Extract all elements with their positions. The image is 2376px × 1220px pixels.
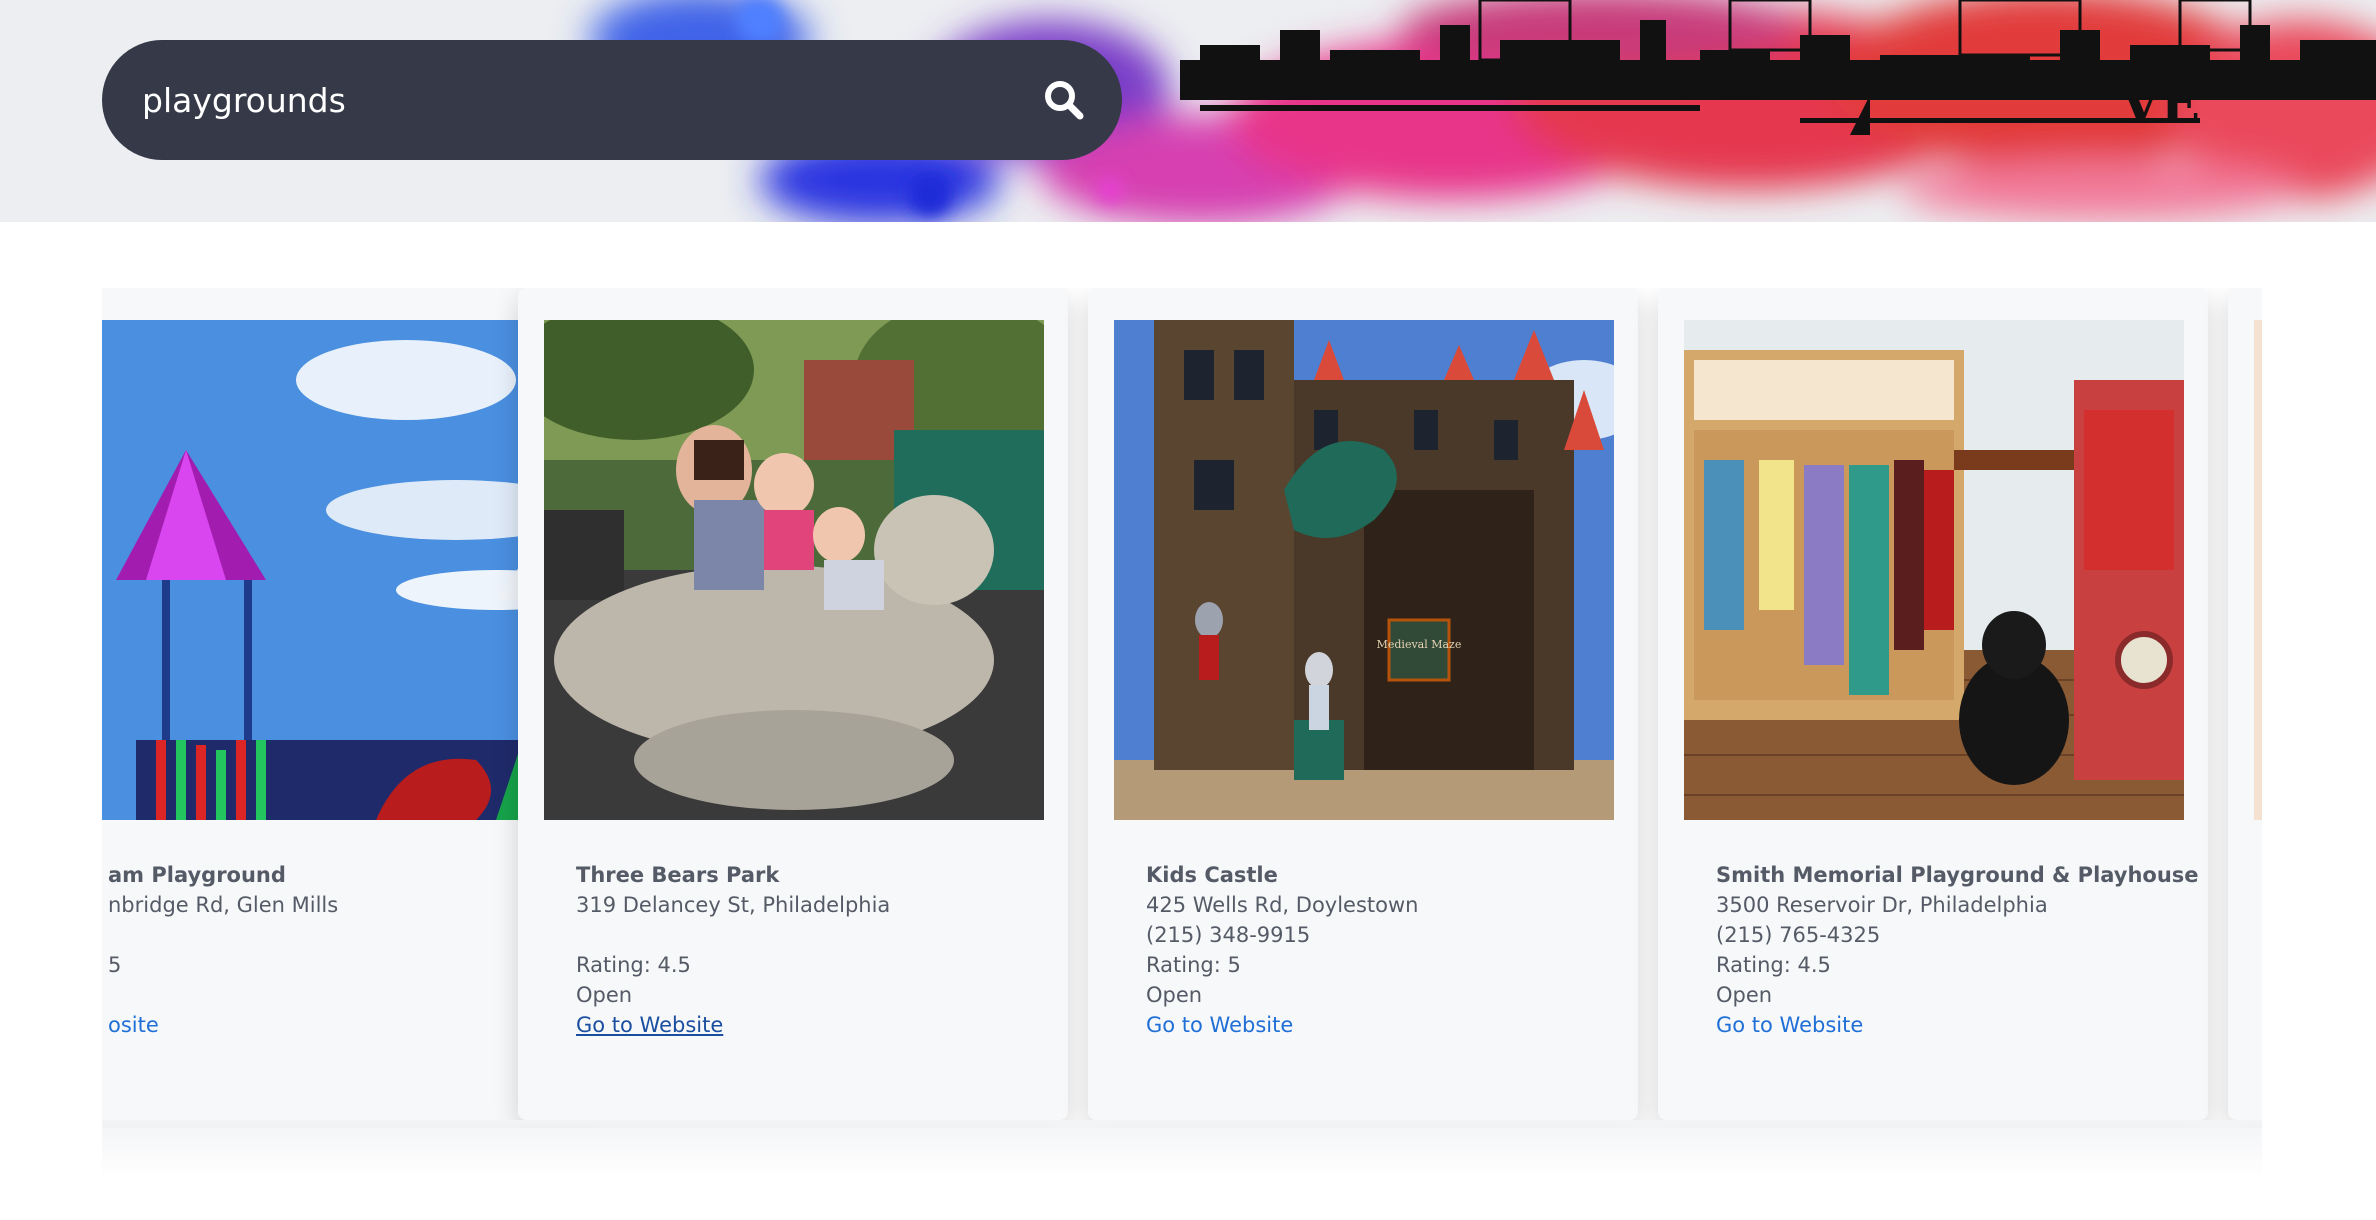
- playground-status: Open: [576, 983, 633, 1007]
- playground-address: nbridge Rd, Glen Mills: [108, 893, 339, 917]
- castle-tower-photo: [102, 320, 576, 820]
- card-info: am Playground nbridge Rd, Glen Mills 5 o…: [108, 860, 588, 1040]
- playground-address: 3500 Reservoir Dr, Philadelphia: [1716, 893, 2048, 917]
- playground-phone: [108, 920, 588, 950]
- playground-address: 425 Wells Rd, Doylestown: [1146, 893, 1419, 917]
- result-card[interactable]: Three Bears Park 319 Delancey St, Philad…: [518, 288, 1068, 1120]
- search-bar[interactable]: [102, 40, 1122, 160]
- playground-address: 319 Delancey St, Philadelphia: [576, 893, 891, 917]
- next-card-photo: [2254, 320, 2262, 820]
- card-info: Kids Castle 425 Wells Rd, Doylestown (21…: [1146, 860, 1626, 1040]
- carousel-shadow: [102, 1120, 2262, 1180]
- playground-name: am Playground: [108, 863, 286, 887]
- website-link[interactable]: osite: [108, 1013, 159, 1037]
- playground-name: Smith Memorial Playground & Playhouse: [1716, 863, 2199, 887]
- playground-rating: Rating: 4.5: [1716, 953, 1831, 977]
- website-link[interactable]: Go to Website: [1146, 1013, 1293, 1037]
- love-sign: VE: [2119, 74, 2200, 135]
- playground-phone: [576, 920, 1056, 950]
- playground-rating: Rating: 5: [1146, 953, 1241, 977]
- playroom-cubbies-photo: [1684, 320, 2184, 820]
- playground-status: Open: [1716, 983, 1773, 1007]
- search-input[interactable]: [142, 70, 1022, 130]
- result-card[interactable]: Medieval Maze Kids Castle 425 Wells Rd, …: [1088, 288, 1638, 1120]
- result-card[interactable]: Smith Memorial Playground & Playhouse 35…: [1658, 288, 2208, 1120]
- playground-phone: (215) 765-4325: [1716, 923, 1881, 947]
- playground-rating: Rating: 4.5: [576, 953, 691, 977]
- playground-status: [108, 980, 588, 1010]
- result-card[interactable]: [2228, 288, 2262, 1120]
- playground-name: Three Bears Park: [576, 863, 780, 887]
- header-banner: 30 VE: [0, 0, 2376, 222]
- billboard-number: 30: [1720, 66, 1767, 106]
- wooden-castle-photo: Medieval Maze: [1114, 320, 1614, 820]
- playground-status: Open: [1146, 983, 1203, 1007]
- results-carousel[interactable]: am Playground nbridge Rd, Glen Mills 5 o…: [102, 288, 2262, 1128]
- castle-sign: Medieval Maze: [1377, 638, 1462, 651]
- website-link[interactable]: Go to Website: [576, 1013, 723, 1037]
- search-icon[interactable]: [1042, 78, 1086, 122]
- playground-phone: (215) 348-9915: [1146, 923, 1311, 947]
- card-info: Smith Memorial Playground & Playhouse 35…: [1716, 860, 2199, 1040]
- playground-rating: 5: [108, 953, 122, 977]
- playground-name: Kids Castle: [1146, 863, 1278, 887]
- bear-statue-photo: [544, 320, 1044, 820]
- website-link[interactable]: Go to Website: [1716, 1013, 1863, 1037]
- card-info: Three Bears Park 319 Delancey St, Philad…: [576, 860, 1056, 1040]
